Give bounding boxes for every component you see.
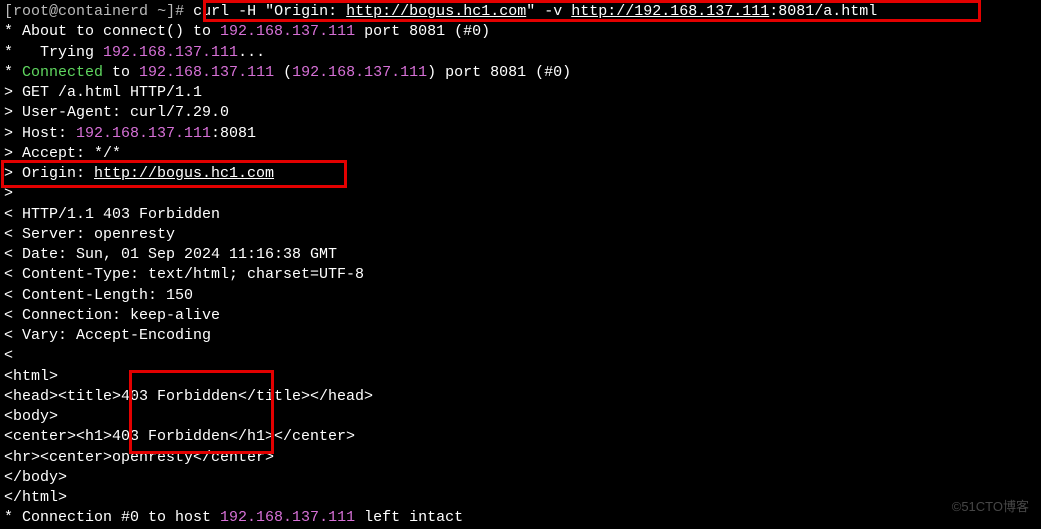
about-connect-line: * About to connect() to 192.168.137.111 … [4,22,1037,42]
resp-end-line: < [4,346,1037,366]
resp-vary-line: < Vary: Accept-Encoding [4,326,1037,346]
req-host-line: > Host: 192.168.137.111:8081 [4,124,1037,144]
body-title-line: <head><title>403 Forbidden</title></head… [4,387,1037,407]
body-html-open: <html> [4,367,1037,387]
target-url: http://192.168.137.111 [571,3,769,20]
req-end-line: > [4,184,1037,204]
req-get-line: > GET /a.html HTTP/1.1 [4,83,1037,103]
resp-server-line: < Server: openresty [4,225,1037,245]
resp-status-line: < HTTP/1.1 403 Forbidden [4,205,1037,225]
body-body-close: </body> [4,468,1037,488]
resp-date-line: < Date: Sun, 01 Sep 2024 11:16:38 GMT [4,245,1037,265]
resp-clen-line: < Content-Length: 150 [4,286,1037,306]
req-ua-line: > User-Agent: curl/7.29.0 [4,103,1037,123]
conn-intact-line: * Connection #0 to host 192.168.137.111 … [4,508,1037,528]
req-origin-line: > Origin: http://bogus.hc1.com [4,164,1037,184]
body-hr-line: <hr><center>openresty</center> [4,448,1037,468]
prompt-line: [root@containerd ~]# curl -H "Origin: ht… [4,2,1037,22]
body-h1-line: <center><h1>403 Forbidden</h1></center> [4,427,1037,447]
origin-url: http://bogus.hc1.com [346,3,526,20]
req-origin-url: http://bogus.hc1.com [94,165,274,182]
resp-conn-line: < Connection: keep-alive [4,306,1037,326]
body-html-close: </html> [4,488,1037,508]
trying-line: * Trying 192.168.137.111... [4,43,1037,63]
connected-line: * Connected to 192.168.137.111 (192.168.… [4,63,1037,83]
req-accept-line: > Accept: */* [4,144,1037,164]
watermark: ©51CTO博客 [952,498,1029,516]
terminal-output[interactable]: [root@containerd ~]# curl -H "Origin: ht… [4,2,1037,529]
resp-ctype-line: < Content-Type: text/html; charset=UTF-8 [4,265,1037,285]
body-body-open: <body> [4,407,1037,427]
